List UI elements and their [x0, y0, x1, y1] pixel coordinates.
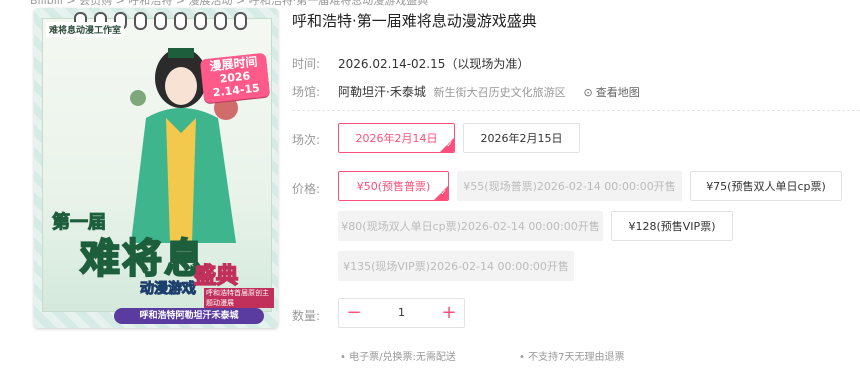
- poster-venue-bar: 呼和浩特阿勒坦汗禾泰城: [114, 308, 264, 324]
- price-option-onsite-vip: ¥135(现场VIP票)2026-02-14 00:00:00开售: [338, 251, 574, 281]
- ticket-notes: • 电子票/兑换票:无需配送 • 不支持7天无理由退票: [340, 348, 684, 363]
- note-refund: • 不支持7天无理由退票: [519, 352, 625, 363]
- quantity-stepper: − 1 +: [338, 298, 465, 328]
- poster-title-main: 难将息: [79, 235, 206, 283]
- event-poster: 难将息动漫工作室 漫展时间 2026 2.14-15 第一届 难将息 动漫游戏 …: [34, 8, 278, 328]
- price-option-presale-vip[interactable]: ¥128(预售VIP票): [611, 211, 733, 241]
- info-divider: [292, 110, 860, 111]
- venue-district: 新生街大召历史文化旅游区: [433, 86, 566, 99]
- session-option-feb14[interactable]: 2026年2月14日: [338, 123, 455, 153]
- quantity-minus-button[interactable]: −: [339, 299, 369, 327]
- poster-date-badge: 漫展时间 2026 2.14-15: [199, 52, 271, 104]
- event-title: 呼和浩特·第一届难将息动漫游戏盛典: [292, 12, 537, 30]
- session-option-feb15[interactable]: 2026年2月15日: [463, 123, 580, 153]
- quantity-plus-button[interactable]: +: [434, 299, 464, 327]
- time-value: 2026.02.14-02.15（以现场为准）: [338, 57, 530, 71]
- note-delivery: • 电子票/兑换票:无需配送: [340, 352, 456, 363]
- breadcrumb[interactable]: Bilibili > 会员购 > 呼和浩特 > 漫展活动 > 呼和浩特·第一届难…: [30, 0, 428, 8]
- quantity-value[interactable]: 1: [369, 299, 434, 327]
- location-pin-icon: ⊙: [583, 86, 593, 99]
- venue-label: 场馆:: [292, 85, 321, 99]
- venue-name: 阿勒坦汗·禾泰城: [338, 85, 426, 99]
- poster-title-sub: 动漫游戏: [140, 281, 197, 298]
- poster-studio-name: 难将息动漫工作室: [46, 22, 125, 37]
- poster-small-tag: 呼和浩特首届原创主题动漫展: [204, 288, 274, 308]
- price-label: 价格:: [292, 182, 321, 196]
- poster-title-suffix: 盛典: [193, 263, 239, 290]
- venue-info: 阿勒坦汗·禾泰城 新生街大召历史文化旅游区 ⊙ 查看地图: [338, 83, 640, 100]
- quantity-label: 数量:: [292, 309, 321, 323]
- price-option-onsite-cp: ¥80(现场双人单日cp票)2026-02-14 00:00:00开售: [338, 211, 603, 241]
- price-option-onsite-regular: ¥55(现场普票)2026-02-14 00:00:00开售: [457, 171, 682, 201]
- price-option-presale-regular[interactable]: ¥50(预售普票): [338, 171, 449, 201]
- session-label: 场次:: [292, 133, 321, 147]
- price-option-presale-cp[interactable]: ¥75(预售双人单日cp票): [690, 171, 842, 201]
- time-label: 时间:: [292, 57, 321, 71]
- view-map-link[interactable]: ⊙ 查看地图: [583, 86, 639, 99]
